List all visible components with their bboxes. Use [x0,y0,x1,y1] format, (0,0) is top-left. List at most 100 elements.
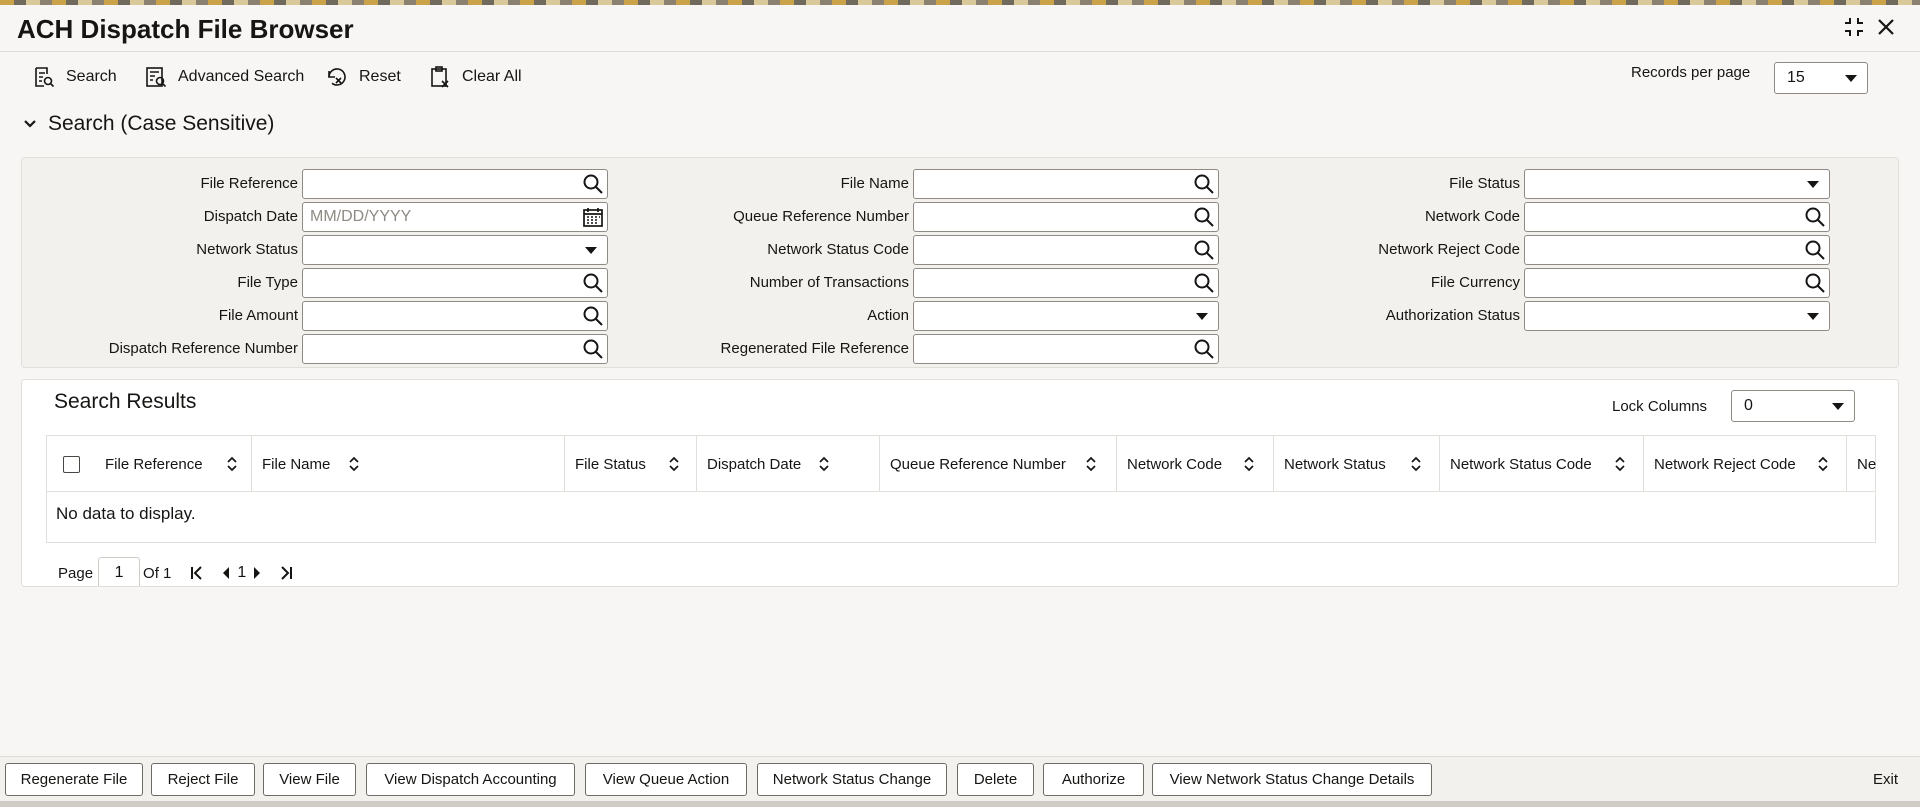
search-icon[interactable] [1804,239,1826,266]
action-select[interactable] [913,301,1219,331]
records-per-page-select[interactable]: 15 [1774,62,1868,94]
column-header-network-status-code[interactable]: Network Status Code [1440,436,1644,492]
column-header-dispatch-date[interactable]: Dispatch Date [697,436,880,492]
network-status-code-label: Network Status Code [767,241,909,258]
dispatch-reference-number-input[interactable] [302,334,608,364]
view-dispatch-accounting-button[interactable]: View Dispatch Accounting [366,763,575,796]
exit-button[interactable]: Exit [1873,771,1898,788]
network-status-label: Network Status [196,241,298,258]
search-icon[interactable] [582,173,604,200]
regenerated-file-reference-label: Regenerated File Reference [720,340,909,357]
column-header-file-status[interactable]: File Status [565,436,697,492]
view-network-status-change-details-button[interactable]: View Network Status Change Details [1152,763,1432,796]
column-label: Ne [1857,455,1877,473]
search-icon[interactable] [1193,173,1215,200]
file-name-input[interactable] [913,169,1219,199]
network-reject-code-label: Network Reject Code [1378,241,1520,258]
previous-page-icon[interactable] [221,566,231,580]
sort-icon[interactable] [1614,456,1626,472]
chevron-down-icon [585,247,597,254]
sort-icon[interactable] [1410,456,1422,472]
column-header-network-code[interactable]: Network Code [1117,436,1274,492]
column-header-truncated[interactable]: Ne [1847,436,1877,492]
chevron-down-icon [1807,313,1819,320]
column-label: Network Status [1284,455,1386,473]
search-results-title: Search Results [54,390,197,413]
dispatch-reference-number-label: Dispatch Reference Number [108,340,298,357]
close-icon[interactable] [1874,15,1898,44]
number-of-transactions-label: Number of Transactions [749,274,909,291]
reject-file-button[interactable]: Reject File [151,763,255,796]
reset-button[interactable]: Reset [325,63,401,91]
records-per-page-label: Records per page [1631,64,1751,81]
last-page-icon[interactable] [278,565,294,581]
sort-icon[interactable] [1085,456,1097,472]
sort-icon[interactable] [818,456,830,472]
search-icon[interactable] [1193,272,1215,299]
search-button[interactable]: Search [32,63,117,91]
search-icon[interactable] [1193,338,1215,365]
column-header-network-reject-code[interactable]: Network Reject Code [1644,436,1847,492]
sort-icon[interactable] [348,456,360,472]
chevron-down-icon [1196,313,1208,320]
chevron-down-icon [1807,181,1819,188]
next-page-icon[interactable] [252,566,262,580]
regenerated-file-reference-input[interactable] [913,334,1219,364]
clear-all-button[interactable]: Clear All [428,63,522,91]
first-page-icon[interactable] [189,565,205,581]
search-icon[interactable] [582,305,604,332]
search-icon[interactable] [1193,239,1215,266]
file-reference-input[interactable] [302,169,608,199]
network-code-input[interactable] [1524,202,1830,232]
file-amount-input[interactable] [302,301,608,331]
authorization-status-select[interactable] [1524,301,1830,331]
pagination: Page 1 Of 1 1 [58,556,294,586]
dispatch-date-placeholder: MM/DD/YYYY [310,208,412,225]
file-status-label: File Status [1449,175,1520,192]
network-status-select[interactable] [302,235,608,265]
regenerate-file-button[interactable]: Regenerate File [5,763,143,796]
search-icon[interactable] [582,272,604,299]
authorize-button[interactable]: Authorize [1043,763,1144,796]
footer-action-bar: Regenerate File Reject File View File Vi… [0,756,1920,807]
queue-reference-number-input[interactable] [913,202,1219,232]
file-status-select[interactable] [1524,169,1830,199]
column-header-network-status[interactable]: Network Status [1274,436,1440,492]
search-icon[interactable] [1193,206,1215,233]
file-type-label: File Type [237,274,298,291]
file-currency-label: File Currency [1430,274,1520,291]
dispatch-date-input[interactable]: MM/DD/YYYY [302,202,608,232]
file-type-input[interactable] [302,268,608,298]
view-file-button[interactable]: View File [263,763,356,796]
page-number-value: 1 [114,564,124,581]
search-icon[interactable] [1804,272,1826,299]
action-label: Action [867,307,909,324]
search-icon[interactable] [582,338,604,365]
number-of-transactions-input[interactable] [913,268,1219,298]
network-reject-code-input[interactable] [1524,235,1830,265]
column-header-file-name[interactable]: File Name [252,436,565,492]
sort-icon[interactable] [1817,456,1829,472]
delete-button[interactable]: Delete [957,763,1034,796]
chevron-down-icon [1832,403,1844,410]
lock-columns-select[interactable]: 0 [1731,390,1855,422]
queue-reference-number-label: Queue Reference Number [733,208,909,225]
search-section-toggle[interactable]: Search (Case Sensitive) [22,112,274,136]
advanced-search-button[interactable]: Advanced Search [144,63,304,91]
search-section-title: Search (Case Sensitive) [48,112,275,135]
sort-icon[interactable] [226,456,238,472]
calendar-icon[interactable] [582,206,604,233]
file-currency-input[interactable] [1524,268,1830,298]
network-status-code-input[interactable] [913,235,1219,265]
network-status-change-button[interactable]: Network Status Change [757,763,947,796]
sort-icon[interactable] [668,456,680,472]
search-icon[interactable] [1804,206,1826,233]
view-queue-action-button[interactable]: View Queue Action [585,763,747,796]
column-header-file-reference[interactable]: File Reference [95,436,252,492]
sort-icon[interactable] [1243,456,1255,472]
minimize-window-icon[interactable] [1842,15,1866,44]
page-number-input[interactable]: 1 [98,557,141,586]
select-all-checkbox[interactable] [63,456,80,473]
bottom-scrollbar[interactable] [0,801,1920,807]
column-header-queue-reference-number[interactable]: Queue Reference Number [880,436,1117,492]
